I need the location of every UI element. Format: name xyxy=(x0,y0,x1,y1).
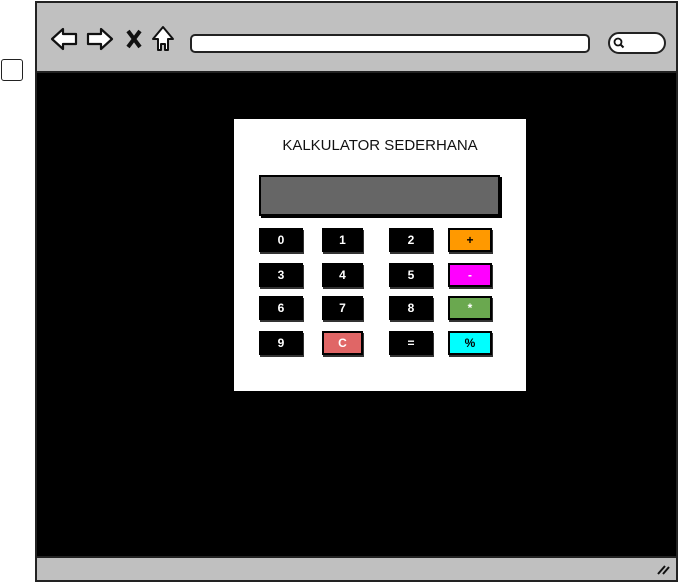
calculator-panel: KALKULATOR SEDERHANA 0 1 2 +3 4 5- 6 7 8 * 9 C =% xyxy=(234,119,526,391)
calc-button[interactable]: C xyxy=(322,331,363,355)
calc-button[interactable]: * xyxy=(448,296,492,320)
calc-button[interactable]: 2 xyxy=(389,228,433,252)
calc-button[interactable]: - xyxy=(448,263,492,287)
home-icon[interactable] xyxy=(151,25,175,53)
back-icon[interactable] xyxy=(49,25,79,53)
checkbox[interactable] xyxy=(1,59,23,81)
calc-button[interactable]: 1 xyxy=(322,228,363,252)
browser-window: KALKULATOR SEDERHANA 0 1 2 +3 4 5- 6 7 8 * 9 C =% xyxy=(35,1,678,582)
calc-button[interactable]: 3 xyxy=(259,263,303,287)
calc-button[interactable]: 8 xyxy=(389,296,433,320)
calc-button[interactable]: % xyxy=(448,331,492,355)
url-input[interactable] xyxy=(190,34,590,53)
status-bar xyxy=(37,556,676,580)
forward-icon[interactable] xyxy=(85,25,115,53)
calc-button[interactable]: 6 xyxy=(259,296,303,320)
calculator-display xyxy=(259,175,500,216)
calc-button[interactable]: 0 xyxy=(259,228,303,252)
calc-button[interactable]: = xyxy=(389,331,433,355)
search-icon xyxy=(613,37,625,49)
stop-icon[interactable] xyxy=(123,25,145,53)
calculator-title: KALKULATOR SEDERHANA xyxy=(282,137,478,154)
calc-button[interactable]: 5 xyxy=(389,263,433,287)
calc-button[interactable]: + xyxy=(448,228,492,252)
calc-button[interactable]: 7 xyxy=(322,296,363,320)
calc-button[interactable]: 9 xyxy=(259,331,303,355)
browser-toolbar xyxy=(37,3,676,73)
resize-grip-icon[interactable] xyxy=(656,563,670,575)
search-field[interactable] xyxy=(608,32,666,54)
calc-button[interactable]: 4 xyxy=(322,263,363,287)
